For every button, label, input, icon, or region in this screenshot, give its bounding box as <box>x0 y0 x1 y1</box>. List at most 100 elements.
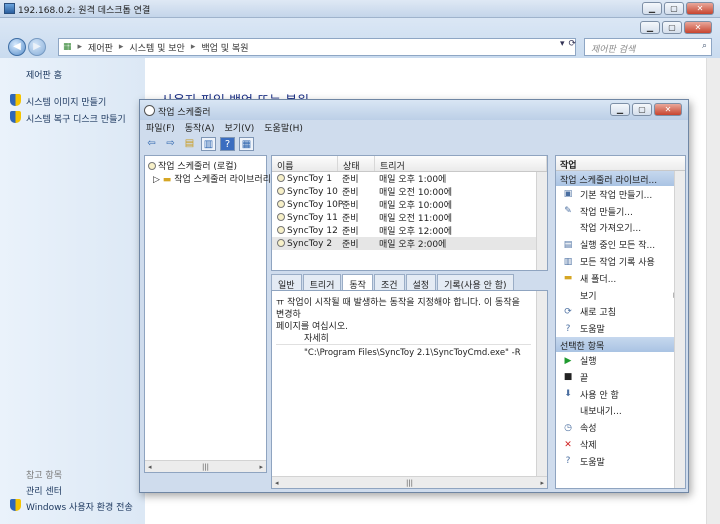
refresh-icon[interactable]: ⟳ <box>569 39 577 49</box>
column-name[interactable]: 이름 <box>272 156 338 172</box>
ts-body: 작업 스케줄러 (로컬) ▷ ▬ 작업 스케줄러 라이브러리 ◂ ||| ▸ 이름 … <box>144 155 686 489</box>
explorer-minimize-button[interactable]: ▁ <box>640 21 660 34</box>
create-task-icon: ✎ <box>564 206 572 217</box>
table-row[interactable]: SyncToy 11 준비 매일 오전 11:00에 <box>272 211 547 224</box>
action-item[interactable]: ⬇ 사용 안 함 <box>556 386 685 403</box>
menu-action[interactable]: 동작(A) <box>185 121 215 134</box>
actions-group-selected[interactable]: 선택한 항목▲ <box>556 337 685 353</box>
action-item[interactable]: ? 도움말 <box>556 453 685 470</box>
menu-view[interactable]: 보기(V) <box>225 121 255 134</box>
action-item-label: 보기 <box>580 291 597 302</box>
action-center-link[interactable]: 관리 센터 <box>26 484 62 497</box>
tab-panel-hscrollbar[interactable]: ◂ ||| ▸ <box>272 476 547 488</box>
action-item[interactable]: 내보내기... <box>556 403 685 420</box>
action-item[interactable]: ▤ 실행 중인 모든 작... <box>556 236 685 253</box>
ts-minimize-button[interactable]: ▁ <box>610 103 630 116</box>
search-input[interactable]: 제어판 검색 ⌕ <box>584 38 712 56</box>
tab-conditions[interactable]: 조건 <box>373 274 405 291</box>
show-action-pane-icon[interactable]: ▦ <box>239 137 254 151</box>
action-item[interactable]: ▣ 기본 작업 만들기... <box>556 186 685 203</box>
breadcrumb-item[interactable]: 백업 및 복원 <box>201 41 248 54</box>
folder-up-icon[interactable]: ▤ <box>182 137 197 151</box>
ts-titlebar: 작업 스케줄러 ▁ ▢ ✕ <box>140 100 688 120</box>
forward-arrow-icon[interactable]: ⇨ <box>163 137 178 151</box>
action-item[interactable]: ▥ 모든 작업 기록 사용 <box>556 253 685 270</box>
main-scrollbar[interactable] <box>706 58 720 524</box>
menu-file[interactable]: 파일(F) <box>146 121 175 134</box>
action-item[interactable]: ◷ 속성 <box>556 419 685 436</box>
control-panel-home-link[interactable]: 제어판 홈 <box>26 68 62 81</box>
create-recovery-disc-link[interactable]: 시스템 복구 디스크 만들기 <box>26 112 126 125</box>
table-row[interactable]: SyncToy 1 준비 매일 오후 1:00에 <box>272 172 547 185</box>
action-item[interactable]: ? 도움말 <box>556 320 685 337</box>
shield-icon <box>10 94 21 106</box>
actions-scrollbar[interactable] <box>674 171 685 488</box>
expand-icon[interactable]: ▷ <box>153 175 160 185</box>
show-hide-pane-icon[interactable]: ▥ <box>201 137 216 151</box>
action-item[interactable]: ⟳ 새로 고침 <box>556 304 685 321</box>
action-item[interactable]: 작업 가져오기... <box>556 220 685 237</box>
tab-triggers[interactable]: 트리거 <box>302 274 342 291</box>
action-item-label: 사용 안 함 <box>580 390 619 401</box>
breadcrumb-item[interactable]: 제어판 <box>88 41 113 54</box>
action-item[interactable]: ✎ 작업 만들기... <box>556 203 685 220</box>
help-icon[interactable]: ? <box>220 137 235 151</box>
actions-group-library[interactable]: 작업 스케줄러 라이브러...▲ <box>556 171 685 186</box>
action-item[interactable]: ▬ 새 폴더... <box>556 270 685 287</box>
tab-panel-actions: ㅠ 작업이 시작될 때 발생하는 동작을 지정해야 합니다. 이 동작을 변경하… <box>271 290 548 489</box>
minimize-button[interactable]: ▁ <box>642 2 662 15</box>
action-detail-row[interactable]: "C:\Program Files\SyncToy 2.1\SyncToyCmd… <box>304 348 521 358</box>
back-button[interactable]: ◀ <box>8 38 26 56</box>
detail-column-header[interactable]: 자세히 <box>276 331 531 345</box>
tab-general[interactable]: 일반 <box>271 274 302 291</box>
clock-icon <box>144 105 155 116</box>
tree-hscrollbar[interactable]: ◂ ||| ▸ <box>145 460 266 472</box>
action-item-label: 작업 가져오기... <box>580 224 642 235</box>
ts-close-button[interactable]: ✕ <box>654 103 682 116</box>
breadcrumb-item[interactable]: 시스템 및 보안 <box>129 41 184 54</box>
run-icon: ▶ <box>564 355 572 366</box>
action-item-label: 내보내기... <box>580 407 622 418</box>
action-item[interactable]: 보기▶ <box>556 287 685 304</box>
maximize-button[interactable]: ▢ <box>664 2 684 15</box>
task-list-scrollbar[interactable] <box>536 172 547 270</box>
task-list-header: 이름 상태 트리거 <box>272 156 547 172</box>
explorer-maximize-button[interactable]: ▢ <box>662 21 682 34</box>
tab-panel-scrollbar[interactable] <box>536 291 547 476</box>
menu-help[interactable]: 도움말(H) <box>264 121 303 134</box>
action-item[interactable]: ■ 끝 <box>556 369 685 386</box>
task-scheduler-window: 작업 스케줄러 ▁ ▢ ✕ 파일(F) 동작(A) 보기(V) 도움말(H) ⇦… <box>139 99 689 493</box>
help-icon: ? <box>565 323 571 334</box>
rdp-titlebar: 192.168.0.2: 원격 데스크톱 연결 ▁ ▢ ✕ <box>0 0 720 18</box>
table-row-selected[interactable]: SyncToy 2 준비 매일 오후 2:00에 <box>272 237 547 250</box>
task-icon <box>277 225 285 234</box>
action-item[interactable]: ✕ 삭제 <box>556 436 685 453</box>
ts-maximize-button[interactable]: ▢ <box>632 103 652 116</box>
action-item[interactable]: ▶ 실행 <box>556 352 685 369</box>
back-arrow-icon[interactable]: ⇦ <box>144 137 159 151</box>
tree-node-library[interactable]: ▷ ▬ 작업 스케줄러 라이브러리 <box>153 172 271 185</box>
forward-button[interactable]: ▶ <box>28 38 46 56</box>
tab-settings[interactable]: 설정 <box>405 274 437 291</box>
search-icon[interactable]: ⌕ <box>702 41 707 51</box>
clock-icon <box>148 162 156 170</box>
action-item-label: 작업 만들기... <box>580 207 633 218</box>
history-icon: ▥ <box>563 256 573 267</box>
close-button[interactable]: ✕ <box>686 2 714 15</box>
see-also-heading: 참고 항목 <box>26 471 62 481</box>
easy-transfer-link[interactable]: Windows 사용자 환경 전송 <box>26 500 133 513</box>
table-row[interactable]: SyncToy 10 준비 매일 오전 10:00에 <box>272 185 547 198</box>
address-bar[interactable]: ▦ ▸ 제어판 ▸ 시스템 및 보안 ▸ 백업 및 복원 <box>58 38 576 56</box>
address-dropdown-icon[interactable]: ▾ <box>560 39 565 49</box>
column-status[interactable]: 상태 <box>338 156 375 172</box>
tree-node-root[interactable]: 작업 스케줄러 (로컬) <box>148 159 237 172</box>
tab-history[interactable]: 기록(사용 안 함) <box>437 274 514 291</box>
create-system-image-link[interactable]: 시스템 이미지 만들기 <box>26 95 106 108</box>
column-trigger[interactable]: 트리거 <box>375 156 547 172</box>
explorer-close-button[interactable]: ✕ <box>684 21 712 34</box>
table-row[interactable]: SyncToy 10P 준비 매일 오후 10:00에 <box>272 198 547 211</box>
table-row[interactable]: SyncToy 12 준비 매일 오후 12:00에 <box>272 224 547 237</box>
tree-pane: 작업 스케줄러 (로컬) ▷ ▬ 작업 스케줄러 라이브러리 ◂ ||| ▸ <box>144 155 271 473</box>
tab-actions[interactable]: 동작 <box>342 274 373 291</box>
action-item-label: 실행 중인 모든 작... <box>580 241 656 252</box>
